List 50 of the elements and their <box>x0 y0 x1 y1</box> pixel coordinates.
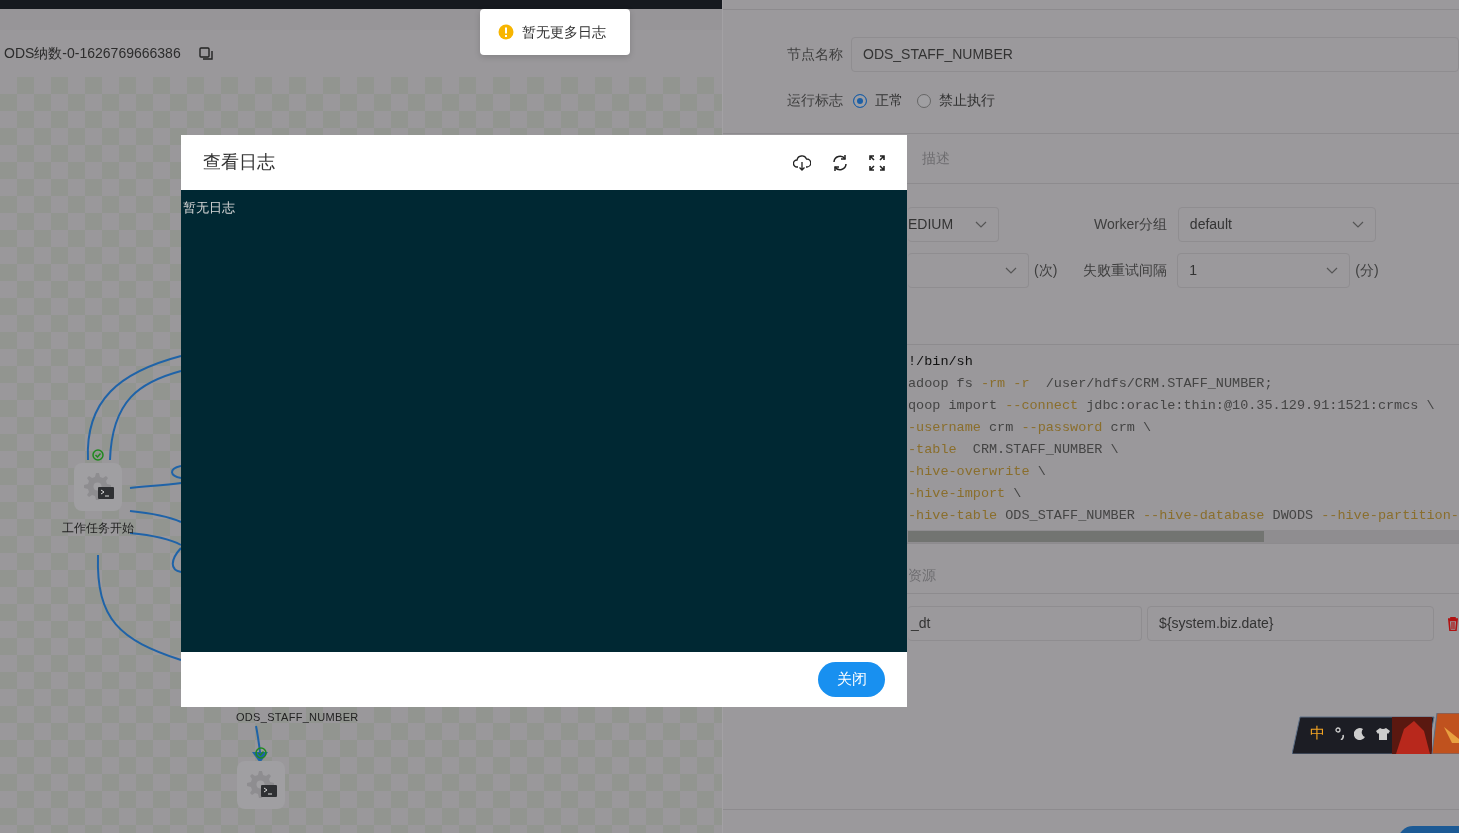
connector-line <box>171 465 182 479</box>
unit-label: (次) <box>1034 261 1058 280</box>
toast-text: 暂无更多日志 <box>522 22 606 42</box>
code-line: -hive-overwrite \ <box>908 463 1046 481</box>
radio-option[interactable]: 禁止执行 <box>917 90 995 111</box>
shirt-icon[interactable] <box>1375 727 1391 740</box>
code-line: -username crm --password crm \ <box>908 419 1152 437</box>
unit-label: (分) <box>1355 261 1379 280</box>
caret-icon <box>1005 267 1017 274</box>
node-name-field[interactable]: ODS_STAFF_NUMBER <box>851 37 1459 72</box>
trash-icon[interactable] <box>1447 616 1459 631</box>
cloud-download-icon[interactable] <box>793 154 811 171</box>
moon-icon[interactable] <box>1354 727 1366 740</box>
ime-mode[interactable]: 中 <box>1310 722 1325 745</box>
field-label: 运行标志 <box>787 91 843 110</box>
node-label: ODS_STAFF_NUMBER <box>236 710 359 725</box>
task-node[interactable] <box>74 463 122 511</box>
code-line: !/bin/sh <box>908 353 973 371</box>
copy-icon[interactable] <box>198 46 213 61</box>
connector-line <box>129 482 182 489</box>
code-line: -hive-import \ <box>908 485 1022 503</box>
punctuation-icon[interactable] <box>1335 727 1345 740</box>
param-value-field[interactable]: ${system.biz.date} <box>1147 606 1435 641</box>
caret-icon <box>1326 267 1339 274</box>
radio-option[interactable]: 正常 <box>853 90 903 111</box>
canvas-title: ODS纳数-0-1626769666386 <box>4 44 181 63</box>
connector-line <box>129 510 182 523</box>
priority-select[interactable]: EDIUM <box>908 207 999 242</box>
scrollbar-thumb[interactable] <box>908 531 1264 542</box>
code-line: qoop import --connect jdbc:oracle:thin:@10.35.129.91:1521:crmcs \ <box>908 397 1435 415</box>
code-line: -hive-table ODS_STAFF_NUMBER --hive-database DWODS --hive-partition- <box>908 507 1459 525</box>
log-text: 暂无日志 <box>183 199 236 217</box>
node-label: 工作任务开始 <box>62 520 134 537</box>
refresh-icon[interactable] <box>831 153 849 172</box>
field-label: Worker分组 <box>1094 215 1167 234</box>
caret-icon <box>1351 221 1364 228</box>
code-line: adoop fs -rm -r /user/hdfs/CRM.STAFF_NUMBER; <box>908 375 1273 393</box>
retry-interval-select[interactable]: 1 <box>1177 253 1351 288</box>
warning-icon <box>498 24 514 40</box>
caret-icon <box>975 221 987 228</box>
task-node[interactable] <box>237 761 285 809</box>
worker-group-select[interactable]: default <box>1177 207 1376 242</box>
ime-toolbar[interactable]: 中 <box>1292 713 1459 754</box>
dialog-title: 查看日志 <box>203 151 275 174</box>
close-button[interactable]: 关闭 <box>818 662 885 697</box>
code-line: -table CRM.STAFF_NUMBER \ <box>908 441 1119 459</box>
field-label: 节点名称 <box>787 45 843 64</box>
param-name-field[interactable]: _dt <box>908 606 1143 641</box>
fullscreen-icon[interactable] <box>869 154 885 171</box>
field-label: 失败重试间隔 <box>1083 261 1168 280</box>
